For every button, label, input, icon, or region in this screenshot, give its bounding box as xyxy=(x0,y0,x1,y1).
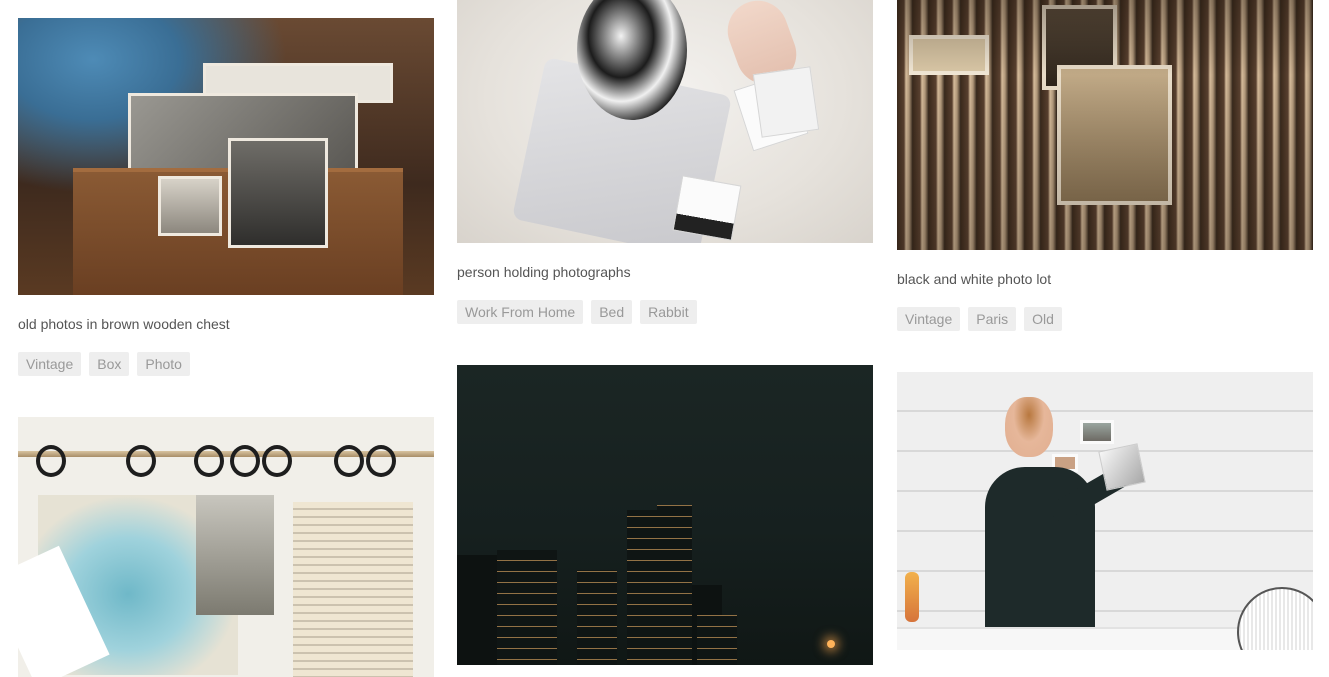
photo-card xyxy=(897,372,1313,650)
photo-caption[interactable]: old photos in brown wooden chest xyxy=(18,315,434,333)
photo-card: black and white photo lot Vintage Paris … xyxy=(897,0,1313,331)
photo-element xyxy=(262,445,292,477)
photo-element xyxy=(1237,587,1313,650)
tag[interactable]: Box xyxy=(89,352,130,376)
photo-element xyxy=(1098,443,1146,491)
photo-element xyxy=(36,445,66,477)
gallery-column-1: old photos in brown wooden chest Vintage… xyxy=(18,18,434,677)
photo-black-white-photo-lot[interactable] xyxy=(897,0,1313,250)
tag[interactable]: Vintage xyxy=(18,352,82,376)
tag[interactable]: Vintage xyxy=(897,307,961,331)
photo-caption[interactable]: person holding photographs xyxy=(457,263,873,281)
photo-city-night[interactable] xyxy=(457,365,873,665)
tag[interactable]: Bed xyxy=(591,300,633,324)
photo-element xyxy=(228,138,328,248)
photo-card: old photos in brown wooden chest Vintage… xyxy=(18,18,434,376)
tag[interactable]: Old xyxy=(1024,307,1062,331)
photo-person-holding-photographs[interactable] xyxy=(457,0,873,243)
photo-element xyxy=(334,445,364,477)
photo-element xyxy=(827,640,835,648)
photo-element xyxy=(293,502,413,677)
photo-element xyxy=(230,445,260,477)
photo-element xyxy=(1080,420,1114,444)
tag-list: Work From Home Bed Rabbit xyxy=(457,300,873,324)
photo-clip-board[interactable] xyxy=(18,417,434,677)
tag-list: Vintage Box Photo xyxy=(18,352,434,376)
photo-element xyxy=(577,570,617,665)
photo-element xyxy=(158,176,222,236)
photo-card xyxy=(18,417,434,677)
tag[interactable]: Photo xyxy=(137,352,190,376)
photo-element xyxy=(366,445,396,477)
photo-element xyxy=(194,445,224,477)
photo-card xyxy=(457,365,873,665)
photo-element xyxy=(897,0,1313,250)
tag-list: Vintage Paris Old xyxy=(897,307,1313,331)
photo-old-photos-chest[interactable] xyxy=(18,18,434,295)
photo-caption[interactable]: black and white photo lot xyxy=(897,270,1313,288)
gallery-column-3: black and white photo lot Vintage Paris … xyxy=(897,0,1313,650)
tag[interactable]: Paris xyxy=(968,307,1017,331)
photo-element xyxy=(697,615,737,665)
tag[interactable]: Rabbit xyxy=(640,300,697,324)
photo-card: person holding photographs Work From Hom… xyxy=(457,0,873,324)
photo-element xyxy=(1005,397,1053,457)
photo-element xyxy=(752,66,820,138)
photo-man-pinning-photos[interactable] xyxy=(897,372,1313,650)
photo-element xyxy=(126,445,156,477)
photo-element xyxy=(905,572,919,622)
tag[interactable]: Work From Home xyxy=(457,300,584,324)
photo-element xyxy=(657,505,692,665)
gallery-column-2: person holding photographs Work From Hom… xyxy=(457,0,873,665)
photo-element xyxy=(672,175,742,241)
photo-element xyxy=(196,495,274,615)
photo-element xyxy=(497,550,557,665)
